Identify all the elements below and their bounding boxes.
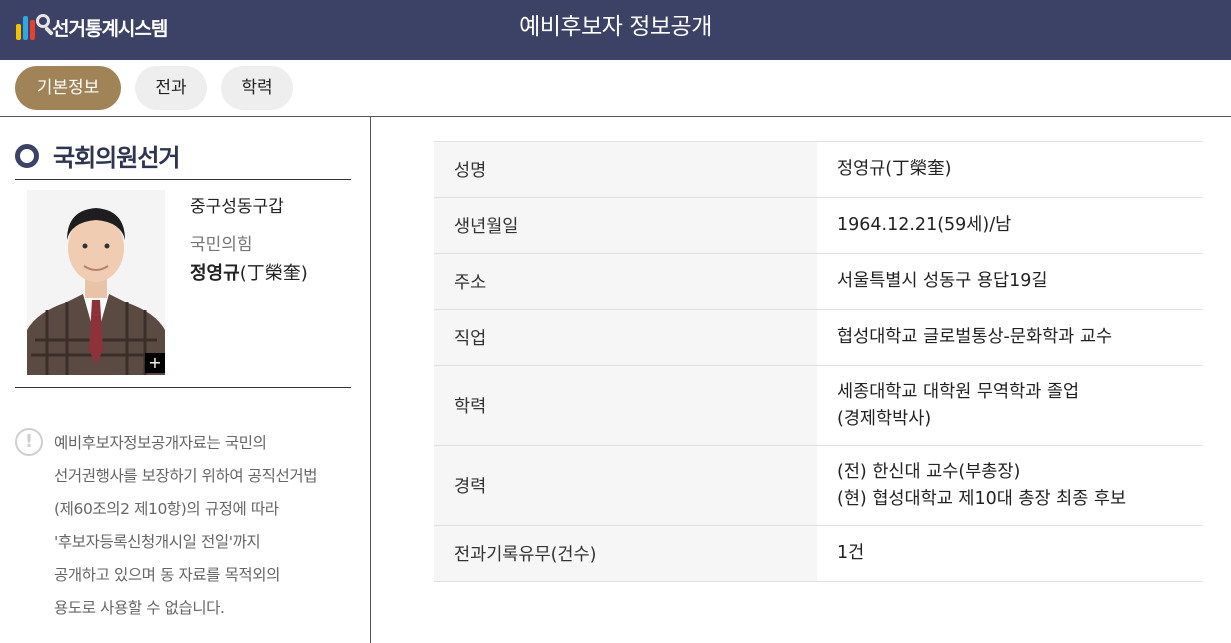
divider-horizontal (0, 116, 1231, 117)
row-label-education: 학력 (434, 365, 817, 446)
photo-expand-button[interactable]: + (145, 353, 165, 373)
candidate-name-korean: 정영규 (190, 263, 240, 284)
divider-vertical (370, 117, 371, 643)
candidate-portrait-image (27, 190, 165, 375)
notice-text: 예비후보자정보공개자료는 국민의 선거권행사를 보장하기 위하여 공직선거법 (… (54, 434, 318, 617)
row-value-birth: 1964.12.21(59세)/남 (837, 215, 1012, 235)
candidate-name: 정영규(丁榮奎) (190, 259, 308, 285)
candidate-district: 중구성동구갑 (190, 197, 284, 217)
election-heading: 국회의원선거 (15, 138, 180, 173)
row-label-job: 직업 (434, 309, 817, 366)
row-label-name: 성명 (434, 141, 817, 198)
table-row: 성명 정영규(丁榮奎) (434, 141, 1203, 198)
candidate-info-table: 성명 정영규(丁榮奎) 생년월일 1964.12.21(59세)/남 주소 서울… (434, 141, 1203, 582)
row-label-address: 주소 (434, 253, 817, 310)
row-label-birth: 생년월일 (434, 197, 817, 254)
table-row: 전과기록유무(건수) 1건 (434, 525, 1203, 582)
divider (15, 387, 351, 388)
table-row: 주소 서울특별시 성동구 용답19길 (434, 253, 1203, 310)
page-title: 예비후보자 정보공개 (519, 14, 712, 40)
table-row: 학력 세종대학교 대학원 무역학과 졸업 (경제학박사) (434, 365, 1203, 446)
row-label-career: 경력 (434, 445, 817, 526)
table-row: 직업 협성대학교 글로벌통상-문화학과 교수 (434, 309, 1203, 366)
tab-education[interactable]: 학력 (221, 66, 293, 110)
divider (15, 179, 351, 180)
row-value-education: 세종대학교 대학원 무역학과 졸업 (경제학박사) (837, 381, 1080, 429)
election-title: 국회의원선거 (53, 144, 180, 172)
row-label-criminal-count: 전과기록유무(건수) (434, 525, 817, 582)
row-value-address: 서울특별시 성동구 용답19길 (837, 271, 1048, 291)
top-header-bar: 선거통계시스템 예비후보자 정보공개 (0, 0, 1231, 60)
candidate-party: 국민의힘 (190, 235, 253, 255)
tab-criminal-record[interactable]: 전과 (135, 66, 207, 110)
exclamation-icon: ! (15, 428, 43, 456)
row-value-job: 협성대학교 글로벌통상-문화학과 교수 (837, 327, 1113, 347)
row-value-criminal-count: 1건 (837, 543, 865, 563)
table-row: 경력 (전) 한신대 교수(부총장) (현) 협성대학교 제10대 총장 최종 후… (434, 445, 1203, 526)
row-value-career: (전) 한신대 교수(부총장) (현) 협성대학교 제10대 총장 최종 후보 (837, 461, 1127, 509)
tab-basic-info[interactable]: 기본정보 (15, 66, 121, 110)
candidate-name-hanja: (丁榮奎) (239, 263, 308, 284)
candidate-photo (27, 190, 165, 375)
row-value-name: 정영규(丁榮奎) (837, 159, 952, 179)
tab-bar: 기본정보 전과 학력 (15, 66, 293, 110)
table-row: 생년월일 1964.12.21(59세)/남 (434, 197, 1203, 254)
ring-icon (15, 143, 39, 168)
